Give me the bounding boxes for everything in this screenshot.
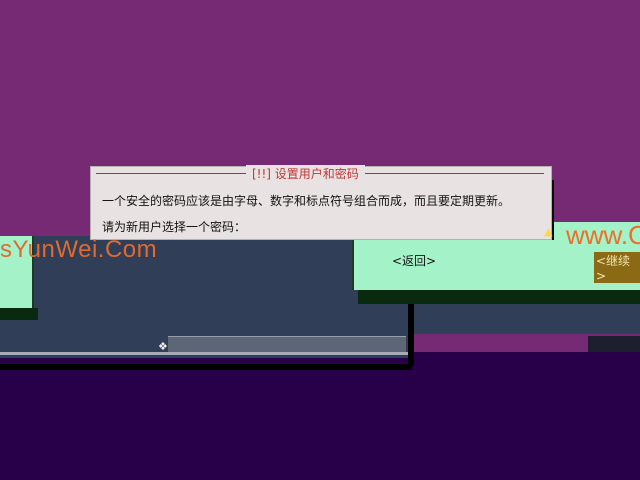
divider [0,352,410,355]
dialog-message-line-2: 请为新用户选择一个密码： [102,220,247,234]
pointer-icon: ❖ [158,340,168,353]
cursor-icon: ▲ [544,225,553,238]
panel-shadow-bottom [0,364,412,370]
password-input-remnant [168,336,406,353]
background-bottom [0,352,640,480]
left-panel-shadow [0,308,38,320]
panel-shadow [408,302,414,366]
button-panel-shadow [358,290,640,304]
watermark-left: sYunWei.Com [0,236,158,263]
watermark-right: www.O [566,220,640,250]
continue-button[interactable]: <继续> [594,252,640,283]
dialog-message-line-1: 一个安全的密码应该是由字母、数字和标点符号组合而成，而且要定期更新。 [102,194,511,208]
back-button[interactable]: <返回> [392,252,436,269]
dialog-title: [!!] 设置用户和密码 [246,165,365,182]
dark-strip [588,336,640,352]
